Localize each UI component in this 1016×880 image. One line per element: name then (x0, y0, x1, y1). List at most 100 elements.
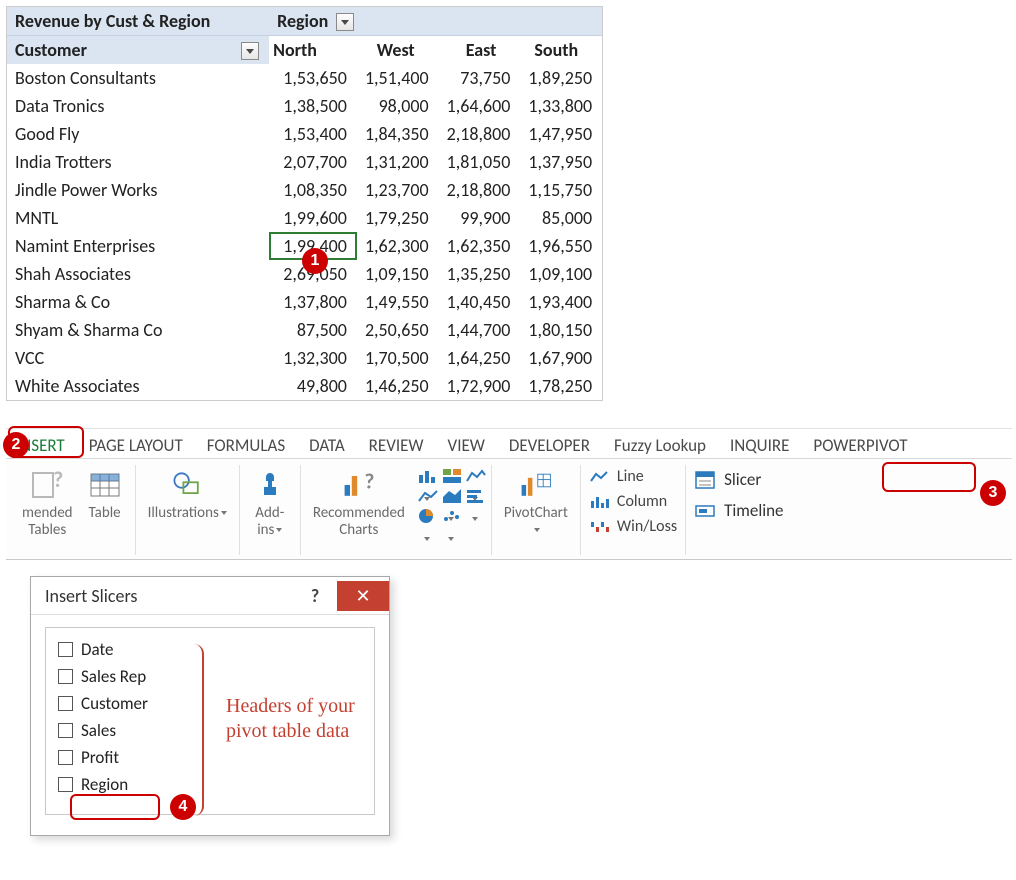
value-cell[interactable]: 1,23,700 (357, 176, 439, 204)
area-chart-icon[interactable] (441, 487, 459, 501)
slicer-field-item[interactable]: Profit (56, 744, 364, 771)
value-cell[interactable]: 2,18,800 (439, 176, 521, 204)
addins-button[interactable]: Add- ins (248, 465, 292, 540)
hierarchy-chart-icon[interactable] (441, 467, 459, 481)
value-cell[interactable]: 87,500 (269, 316, 357, 344)
value-cell[interactable]: 1,62,300 (357, 232, 439, 260)
value-cell[interactable]: 73,750 (439, 64, 521, 92)
value-cell[interactable]: 1,53,650 (269, 64, 357, 92)
value-cell[interactable]: 1,38,500 (269, 92, 357, 120)
customer-cell[interactable]: Shyam & Sharma Co (7, 316, 269, 344)
value-cell[interactable]: 49,800 (269, 372, 357, 400)
value-cell[interactable]: 1,53,400 (269, 120, 357, 148)
value-cell[interactable]: 2,18,800 (439, 120, 521, 148)
sparkline-line-button[interactable]: Line (589, 467, 644, 486)
table-button[interactable]: Table (83, 465, 127, 540)
value-cell[interactable]: 99,900 (439, 204, 521, 232)
customer-cell[interactable]: MNTL (7, 204, 269, 232)
slicer-button[interactable]: Slicer (694, 469, 761, 490)
col-header-north[interactable]: North (269, 36, 357, 65)
value-cell[interactable]: 85,000 (520, 204, 602, 232)
waterfall-chart-icon[interactable] (465, 467, 483, 481)
value-cell[interactable]: 2,07,700 (269, 148, 357, 176)
value-cell[interactable]: 1,64,600 (439, 92, 521, 120)
value-cell[interactable]: 1,09,100 (520, 260, 602, 288)
customer-cell[interactable]: India Trotters (7, 148, 269, 176)
value-cell[interactable]: 1,89,250 (520, 64, 602, 92)
value-cell[interactable]: 1,67,900 (520, 344, 602, 372)
value-cell[interactable]: 2,50,650 (357, 316, 439, 344)
checkbox-icon[interactable] (58, 642, 73, 657)
customer-cell[interactable]: Boston Consultants (7, 64, 269, 92)
recommended-charts-button[interactable]: ? Recommended Charts (309, 465, 409, 540)
tab-powerpivot[interactable]: POWERPIVOT (809, 433, 911, 458)
dialog-close-button[interactable]: ✕ (337, 581, 389, 611)
customer-cell[interactable]: Good Fly (7, 120, 269, 148)
value-cell[interactable]: 1,51,400 (357, 64, 439, 92)
tab-view[interactable]: VIEW (444, 433, 489, 458)
sparkline-winloss-button[interactable]: Win/Loss (589, 517, 677, 536)
value-cell[interactable]: 1,31,200 (357, 148, 439, 176)
scatter-chart-icon[interactable] (441, 507, 459, 521)
tab-inquire[interactable]: INQUIRE (726, 433, 793, 458)
slicer-field-item[interactable]: Date (56, 636, 364, 663)
value-cell[interactable]: 1,64,250 (439, 344, 521, 372)
illustrations-button[interactable]: Illustrations (144, 465, 231, 524)
tab-formulas[interactable]: FORMULAS (203, 433, 289, 458)
value-cell[interactable]: 1,37,800 (269, 288, 357, 316)
value-cell[interactable]: 1,09,150 (357, 260, 439, 288)
checkbox-icon[interactable] (58, 696, 73, 711)
value-cell[interactable]: 1,62,350 (439, 232, 521, 260)
value-cell[interactable]: 1,81,050 (439, 148, 521, 176)
value-cell[interactable]: 1,99,600 (269, 204, 357, 232)
value-cell[interactable]: 1,44,700 (439, 316, 521, 344)
col-header-south[interactable]: South (520, 36, 602, 65)
value-cell[interactable]: 1,46,250 (357, 372, 439, 400)
tab-developer[interactable]: DEVELOPER (505, 433, 594, 458)
slicer-field-item[interactable]: Sales Rep (56, 663, 364, 690)
value-cell[interactable]: 1,78,250 (520, 372, 602, 400)
recommended-pivottables-button[interactable]: ? mendedTables (18, 465, 77, 540)
value-cell[interactable]: 1,79,250 (357, 204, 439, 232)
customer-cell[interactable]: Data Tronics (7, 92, 269, 120)
value-cell[interactable]: 1,70,500 (357, 344, 439, 372)
value-cell[interactable]: 1,15,750 (520, 176, 602, 204)
pie-chart-icon[interactable] (417, 507, 435, 521)
customer-cell[interactable]: VCC (7, 344, 269, 372)
value-cell[interactable]: 1,33,800 (520, 92, 602, 120)
value-cell[interactable]: 1,49,550 (357, 288, 439, 316)
tab-data[interactable]: DATA (305, 433, 349, 458)
value-cell[interactable]: 98,000 (357, 92, 439, 120)
dialog-help-button[interactable]: ? (293, 581, 337, 611)
customer-cell[interactable]: Sharma & Co (7, 288, 269, 316)
region-dropdown-icon[interactable] (336, 13, 354, 31)
checkbox-icon[interactable] (58, 669, 73, 684)
value-cell[interactable]: 1,32,300 (269, 344, 357, 372)
value-cell[interactable]: 1,47,950 (520, 120, 602, 148)
value-cell[interactable]: 1,93,400 (520, 288, 602, 316)
value-cell[interactable]: 1,84,350 (357, 120, 439, 148)
tab-page-layout[interactable]: PAGE LAYOUT (85, 433, 187, 458)
checkbox-icon[interactable] (58, 750, 73, 765)
value-cell[interactable]: 1,80,150 (520, 316, 602, 344)
sparkline-column-button[interactable]: Column (589, 492, 667, 511)
value-cell[interactable]: 1,40,450 (439, 288, 521, 316)
customer-dropdown-icon[interactable] (241, 42, 259, 60)
value-cell[interactable]: 1,37,950 (520, 148, 602, 176)
checkbox-icon[interactable] (58, 723, 73, 738)
bar-chart-icon[interactable] (465, 487, 483, 501)
customer-cell[interactable]: Jindle Power Works (7, 176, 269, 204)
value-cell[interactable]: 1,35,250 (439, 260, 521, 288)
line-chart-icon[interactable] (417, 487, 435, 501)
col-header-west[interactable]: West (357, 36, 439, 65)
timeline-button[interactable]: Timeline (694, 500, 783, 521)
column-chart-icon[interactable] (417, 467, 435, 481)
checkbox-icon[interactable] (58, 777, 73, 792)
value-cell[interactable]: 1,08,350 (269, 176, 357, 204)
col-header-east[interactable]: East (439, 36, 521, 65)
value-cell[interactable]: 1,72,900 (439, 372, 521, 400)
pivotchart-button[interactable]: PivotChart (500, 465, 572, 540)
customer-cell[interactable]: White Associates (7, 372, 269, 400)
customer-cell[interactable]: Shah Associates (7, 260, 269, 288)
tab-fuzzy-lookup[interactable]: Fuzzy Lookup (610, 433, 710, 458)
